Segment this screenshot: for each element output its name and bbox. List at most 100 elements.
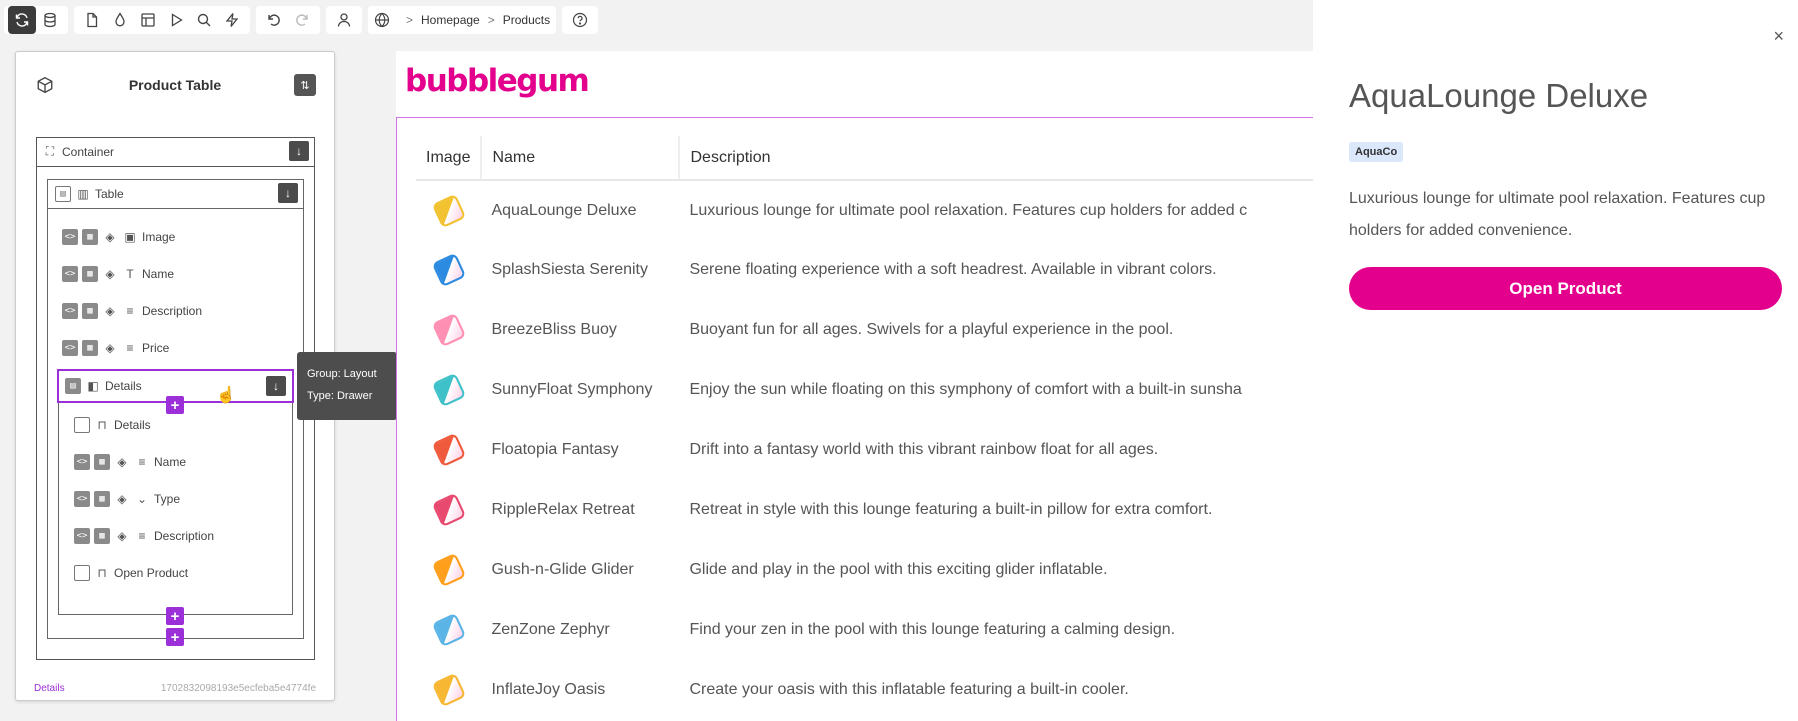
product-description: Buoyant fun for all ages. Swivels for a … [689,321,1174,338]
node-label: Price [142,341,170,355]
paragraph-icon: ≡ [138,455,146,469]
grid-icon: ▦ [82,229,98,245]
code-icon: <> [74,454,90,470]
grid-icon: ▦ [94,528,110,544]
help-icon[interactable] [566,6,594,34]
column-header-name[interactable]: Name [481,136,681,181]
column-header-description[interactable]: Description [679,136,1313,181]
add-inside-button[interactable]: + [166,396,184,414]
lightning-icon[interactable] [218,6,246,34]
drawer-icon: ◧ [87,379,99,393]
layout-chip-icon: ▤ [55,185,71,202]
container-node[interactable]: ⛶ Container ↓ [36,137,315,167]
sort-settings-icon[interactable]: ⇅ [294,74,316,96]
collapse-arrow-icon[interactable]: ↓ [278,183,298,203]
add-after-table-button[interactable]: + [166,628,184,646]
search-icon[interactable] [190,6,218,34]
product-thumb-cell [416,360,481,420]
database-icon[interactable] [36,6,64,34]
history-group [256,6,320,34]
play-icon[interactable] [162,6,190,34]
breadcrumb-homepage[interactable]: Homepage [421,13,480,27]
add-after-details-button[interactable]: + [166,607,184,625]
details-child-type[interactable]: <> ▦ ◈ ⌄ Type [74,485,180,513]
product-thumb-cell [416,180,481,240]
sync-group [4,6,68,34]
table-row[interactable]: Gush-n-Glide Glider Glide and play in the… [416,540,1313,600]
table-row[interactable]: BreezeBliss Buoy Buoyant fun for all ages… [416,300,1313,360]
blocks-icon: ◈ [105,267,115,281]
brand-logo: bubblegum [405,63,590,99]
product-description: Enjoy the sun while floating on this sym… [689,381,1242,398]
redo-icon[interactable] [288,6,316,34]
table-row[interactable]: AquaLounge Deluxe Luxurious lounge for ul… [416,180,1313,240]
table-body: AquaLounge Deluxe Luxurious lounge for ul… [416,180,1313,720]
product-name: ZenZone Zephyr [491,621,610,638]
product-thumb-cell [416,240,481,300]
breadcrumb: > Homepage > Products [368,6,557,34]
undo-icon[interactable] [260,6,288,34]
product-description: Luxurious lounge for ultimate pool relax… [689,201,1248,219]
node-label: Image [142,230,176,244]
node-label: Details [114,418,151,432]
product-thumb-cell [416,600,481,660]
product-name: Floatopia Fantasy [491,441,619,458]
collapse-arrow-icon[interactable]: ↓ [266,376,286,396]
brand-badge: AquaCo [1349,142,1404,162]
code-icon: <> [74,528,90,544]
details-child-name[interactable]: <> ▦ ◈ ≡ Name [74,448,186,476]
product-image [431,672,467,708]
collapse-arrow-icon[interactable]: ↓ [289,141,309,161]
product-name: Gush-n-Glide Glider [491,561,634,578]
blocks-icon: ◈ [117,529,127,543]
node-label: Open Product [114,566,189,580]
table-child-image[interactable]: <> ▦ ◈ ▣ Image [62,223,175,251]
table-row[interactable]: SunnyFloat Symphony Enjoy the sun while f… [416,360,1313,420]
node-label: Description [142,304,203,318]
file-icon[interactable] [78,6,106,34]
globe-icon[interactable] [374,12,390,28]
sync-icon[interactable] [8,6,36,34]
table-row[interactable]: Floatopia Fantasy Drift into a fantasy wo… [416,420,1313,480]
table-row[interactable]: ZenZone Zephyr Find your zen in the pool … [416,600,1313,660]
selected-component-link[interactable]: Details [34,683,65,694]
code-icon: <> [62,229,78,245]
details-child-details[interactable]: ⊓ Details [74,411,151,439]
close-icon[interactable]: × [1773,26,1784,47]
product-thumb-cell [416,660,481,720]
details-child-open-product[interactable]: ⊓ Open Product [74,559,188,587]
grid-icon: ▦ [94,454,110,470]
droplet-icon[interactable] [106,6,134,34]
breadcrumb-separator-icon: > [406,13,414,27]
product-description: Retreat in style with this lounge featur… [689,501,1213,518]
table-header-row: Image Name Description [416,136,1313,181]
product-image [431,492,467,528]
blocks-icon: ◈ [117,492,127,506]
breadcrumb-products[interactable]: Products [503,13,550,27]
details-child-description[interactable]: <> ▦ ◈ ≡ Description [74,522,214,550]
table-child-price[interactable]: <> ▦ ◈ ≡ Price [62,334,169,362]
image-icon: ▣ [124,230,136,244]
table-child-name[interactable]: <> ▦ ◈ T Name [62,260,174,288]
breadcrumb-separator-icon: > [487,13,495,27]
grid-icon: ▦ [94,491,110,507]
product-image [431,372,467,408]
table-row[interactable]: SplashSiesta Serenity Serene floating exp… [416,240,1313,300]
table-child-description[interactable]: <> ▦ ◈ ≡ Description [62,297,202,325]
product-name: SplashSiesta Serenity [491,261,648,278]
open-product-button[interactable]: Open Product [1349,267,1782,310]
table-row[interactable]: RippleRelax Retreat Retreat in style with… [416,480,1313,540]
product-thumb-cell [416,420,481,480]
product-image [431,552,467,588]
bookmark-icon: ⊓ [97,418,107,432]
panel-title: Product Table [128,77,222,93]
product-name: BreezeBliss Buoy [491,321,617,338]
user-icon[interactable] [330,6,358,34]
table-row[interactable]: InflateJoy Oasis Create your oasis with t… [416,660,1313,720]
product-image [431,252,467,288]
table-node[interactable]: ▤ ▥ Table ↓ [47,179,304,209]
node-label: Description [154,529,215,543]
layout-icon[interactable] [134,6,162,34]
column-header-image[interactable]: Image [416,136,483,181]
code-icon: <> [62,340,78,356]
